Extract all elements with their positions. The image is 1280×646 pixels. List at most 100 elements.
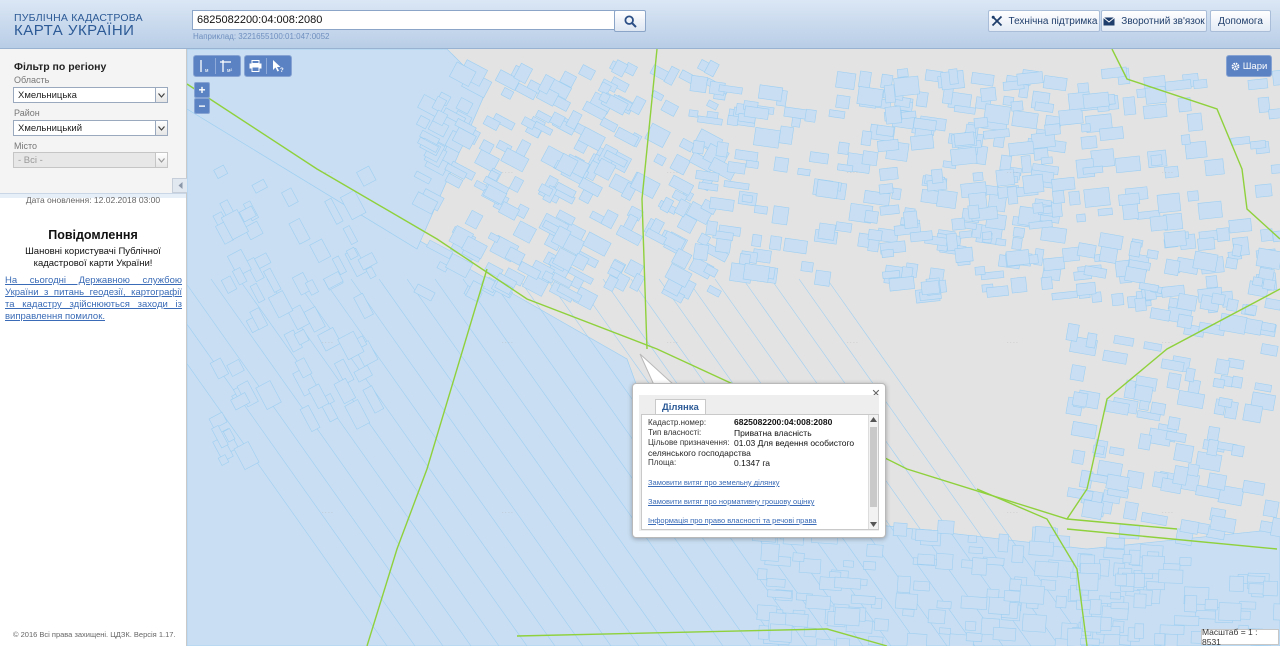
parcel — [997, 533, 1009, 553]
feedback-button[interactable]: Зворотний зв'язок — [1101, 10, 1207, 32]
parcel — [1020, 155, 1033, 174]
parcel — [614, 126, 640, 147]
map-watermark: · · · · — [322, 170, 333, 176]
parcel — [1105, 537, 1126, 550]
messages-link[interactable]: На сьогодні Державною службою України з … — [5, 275, 182, 323]
parcel — [797, 167, 811, 177]
parcel — [888, 276, 915, 292]
parcel — [986, 285, 1010, 298]
parcel — [1197, 200, 1223, 220]
identify-button[interactable]: ? — [267, 56, 288, 76]
parcel — [783, 106, 809, 120]
parcel — [894, 592, 919, 610]
cadastral-map[interactable]: · · · · · · · · · · · · · · · · · · · · · · ·… — [187, 49, 1280, 646]
parcel — [1134, 623, 1145, 639]
map-canvas[interactable]: · · · · · · · · · · · · · · · · · · · · · · ·… — [187, 49, 1280, 646]
parcel — [771, 205, 790, 226]
parcel — [1006, 186, 1019, 205]
parcel — [1146, 249, 1159, 260]
parcel — [1118, 192, 1141, 207]
misto-select[interactable]: - Всі - — [13, 152, 168, 168]
plus-icon: + — [198, 83, 206, 97]
collapse-panel-button[interactable] — [172, 178, 188, 193]
order-valuation-extract-link[interactable]: Замовити витяг про нормативну грошову оц… — [648, 497, 814, 506]
support-button[interactable]: Технічна підтримка — [988, 10, 1100, 32]
parcel — [1058, 108, 1084, 126]
parcel — [1028, 540, 1055, 557]
ownership-type-value: Приватна власність — [734, 428, 812, 438]
tab-parcel[interactable]: Ділянка — [655, 399, 706, 415]
print-button[interactable] — [245, 56, 266, 76]
logo-title[interactable]: КАРТА УКРАЇНИ — [14, 22, 134, 39]
parcel — [906, 632, 928, 646]
parcel — [1210, 292, 1226, 306]
parcel — [1271, 69, 1280, 86]
layers-button[interactable]: Шари — [1226, 55, 1272, 77]
parcel — [1251, 276, 1264, 287]
parcel — [964, 620, 977, 631]
parcel — [860, 130, 873, 147]
parcel — [1109, 591, 1121, 600]
parcel — [1122, 554, 1132, 564]
search-button[interactable] — [614, 10, 646, 32]
rayon-value: Хмельницький — [18, 123, 83, 134]
help-button[interactable]: Допомога — [1210, 10, 1271, 32]
popup-scrollbar[interactable] — [868, 415, 878, 529]
tools-icon — [991, 15, 1002, 27]
parcel — [1032, 202, 1044, 214]
scale-indicator: Масштаб = 1 : 8531 — [1201, 627, 1279, 646]
zoom-out-button[interactable]: − — [194, 98, 210, 114]
parcel — [1186, 463, 1200, 477]
parcel — [1176, 292, 1198, 312]
ownership-info-link[interactable]: Інформація про право власності та речові… — [648, 516, 817, 525]
rayon-select[interactable]: Хмельницький — [13, 120, 168, 136]
parcel — [837, 141, 850, 155]
parcel — [917, 553, 936, 566]
parcel — [697, 115, 723, 126]
zoom-in-button[interactable]: + — [194, 82, 210, 98]
parcel — [1179, 557, 1192, 566]
parcel — [951, 217, 966, 231]
ruler-length-button[interactable]: м — [194, 56, 215, 76]
parcel — [884, 105, 903, 125]
parcel — [1143, 341, 1163, 352]
map-watermark: · · · · — [1162, 340, 1173, 346]
parcel — [843, 560, 854, 568]
parcel — [1207, 472, 1228, 491]
parcel — [1122, 96, 1137, 116]
parcel — [981, 231, 993, 241]
parcel — [1197, 237, 1216, 251]
parcel — [1192, 250, 1219, 273]
parcel — [970, 71, 995, 87]
cursor-question-icon: ? — [272, 60, 284, 73]
parcel — [814, 269, 832, 287]
parcel — [1075, 281, 1097, 297]
parcel — [1068, 190, 1081, 206]
parcel — [1102, 349, 1128, 365]
parcel — [1227, 357, 1245, 370]
parcel — [903, 210, 919, 229]
order-parcel-extract-link[interactable]: Замовити витяг про земельну ділянку — [648, 478, 780, 487]
parcel — [913, 580, 931, 592]
search-icon — [623, 14, 637, 28]
parcel — [1212, 377, 1226, 389]
parcel — [474, 149, 500, 173]
parcel — [967, 535, 978, 544]
parcel — [833, 606, 861, 627]
parcel — [1180, 134, 1191, 146]
messages-text: Шановні користувачі Публічної кадастрово… — [25, 246, 161, 269]
parcel — [1110, 601, 1129, 610]
cadastral-search-input[interactable] — [192, 10, 618, 30]
map-watermark: · · · · — [667, 170, 678, 176]
parcel — [1173, 615, 1200, 626]
popup-scroll-thumb[interactable] — [870, 427, 877, 507]
parcel — [971, 557, 988, 576]
parcel — [753, 204, 769, 215]
parcel — [692, 243, 710, 261]
popup-panel: Ділянка Кадастр.номер: 6825082200:04:008… — [639, 395, 879, 531]
ruler-area-button[interactable]: м² — [216, 56, 237, 76]
oblast-select[interactable]: Хмельницька — [13, 87, 168, 103]
misto-label: Місто — [14, 141, 38, 151]
parcel — [660, 99, 680, 117]
parcel — [1226, 298, 1239, 312]
